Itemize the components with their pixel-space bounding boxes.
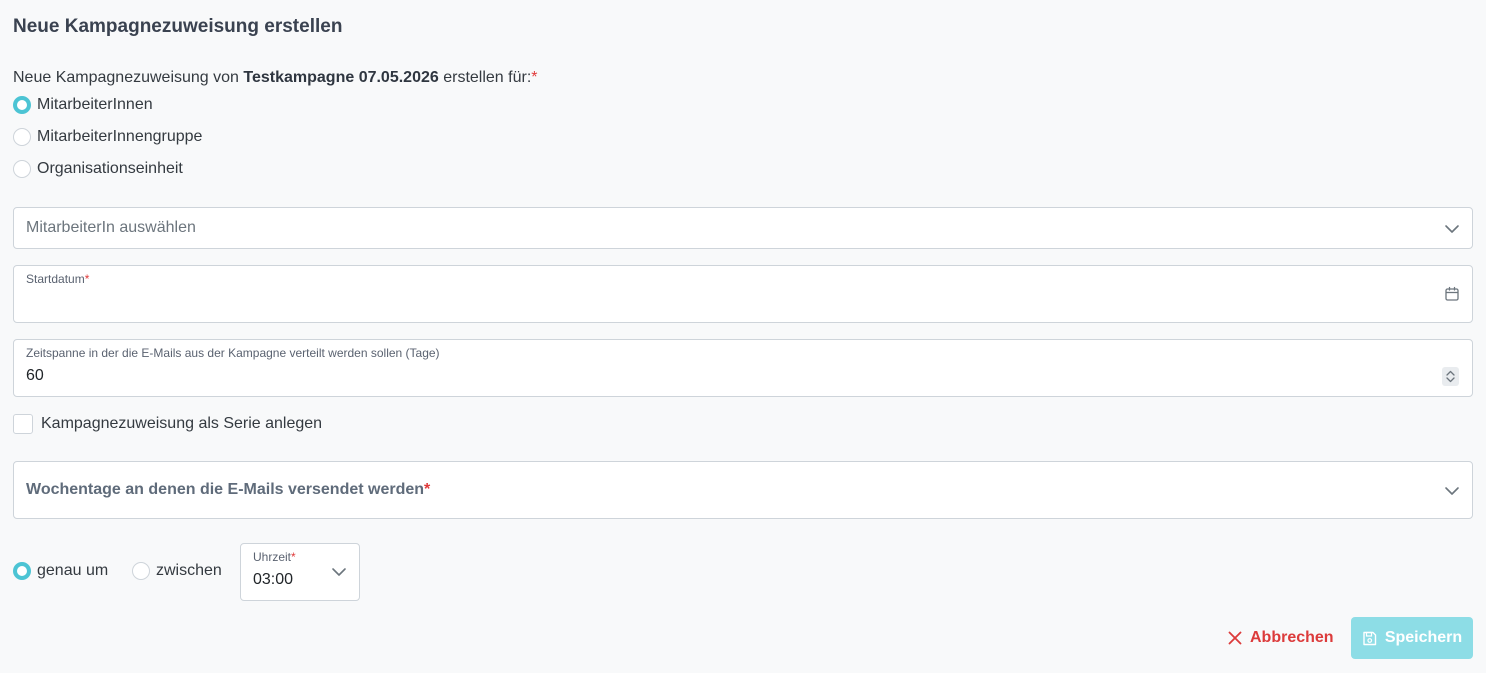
save-label: Speichern [1384,629,1463,646]
time-select[interactable]: Uhrzeit* 03:00 [240,543,360,601]
radio-label: zwischen [156,562,222,579]
employee-select-placeholder: MitarbeiterIn auswählen [26,219,196,236]
radio-between[interactable]: zwischen [132,562,222,580]
series-checkbox-row[interactable]: Kampagnezuweisung als Serie anlegen [13,414,322,434]
start-date-label: Startdatum* [26,272,90,286]
time-value: 03:00 [253,571,294,588]
floppy-disk-icon [1362,631,1377,646]
radio-exact-time[interactable]: genau um [13,562,108,580]
required-mark: * [531,69,538,86]
close-icon [1228,631,1242,645]
radio-organization-unit[interactable]: Organisationseinheit [13,160,183,178]
radio-button[interactable] [132,562,150,580]
cancel-label: Abbrechen [1250,629,1334,646]
radio-button-checked[interactable] [13,562,31,580]
radio-label: MitarbeiterInnengruppe [37,128,203,145]
radio-label: genau um [37,562,109,579]
series-checkbox[interactable] [13,414,33,434]
radio-label: MitarbeiterInnen [37,96,153,113]
time-span-input[interactable]: 60 [26,367,44,385]
radio-button[interactable] [13,160,31,178]
time-label: Uhrzeit* [253,550,296,564]
chevron-down-icon[interactable] [331,564,347,580]
chevron-down-icon[interactable] [1444,221,1460,237]
number-spinner[interactable] [1442,367,1459,386]
intro-text: Neue Kampagnezuweisung von Testkampagne … [13,69,538,87]
radio-label: Organisationseinheit [37,160,183,177]
weekdays-label: Wochentage an denen die E-Mails versende… [26,481,431,498]
campaign-name: Testkampagne 07.05.2026 [243,69,439,86]
campaign-assignment-form: Neue Kampagnezuweisung erstellen Neue Ka… [0,0,1486,673]
weekdays-select[interactable]: Wochentage an denen die E-Mails versende… [13,461,1473,519]
start-date-field[interactable]: Startdatum* [13,265,1473,323]
time-span-label: Zeitspanne in der die E-Mails aus der Ka… [26,346,440,360]
employee-select[interactable]: MitarbeiterIn auswählen [13,207,1473,249]
radio-employee-group[interactable]: MitarbeiterInnengruppe [13,128,202,146]
time-span-field[interactable]: Zeitspanne in der die E-Mails aus der Ka… [13,339,1473,397]
radio-button[interactable] [13,128,31,146]
page-title: Neue Kampagnezuweisung erstellen [13,16,343,37]
series-label: Kampagnezuweisung als Serie anlegen [41,415,323,432]
save-button[interactable]: Speichern [1351,617,1473,659]
intro-suffix: erstellen für: [443,69,532,86]
intro-prefix: Neue Kampagnezuweisung von [13,69,239,86]
chevron-down-icon[interactable] [1444,483,1460,499]
cancel-button[interactable]: Abbrechen [1222,617,1340,659]
calendar-icon[interactable] [1444,286,1460,302]
radio-employees[interactable]: MitarbeiterInnen [13,96,153,114]
radio-button-checked[interactable] [13,96,31,114]
